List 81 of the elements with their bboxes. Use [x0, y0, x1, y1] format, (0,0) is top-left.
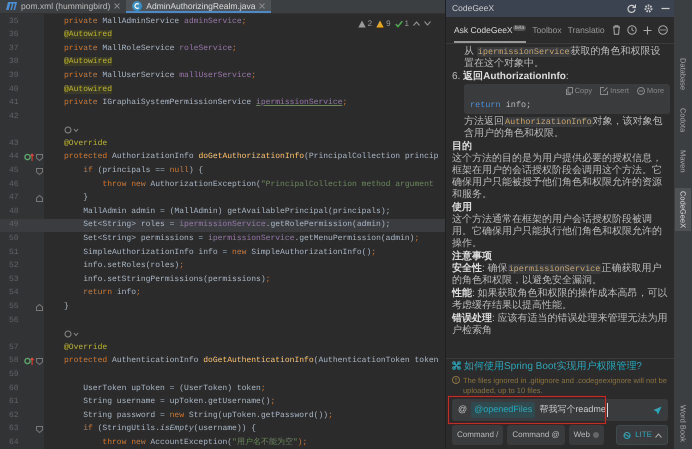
inspection-count[interactable]: 1 — [404, 18, 409, 30]
inspection-count[interactable]: 2 — [368, 18, 372, 30]
fold-icon[interactable] — [36, 304, 43, 311]
code-line: private MallUserService mallUserService; — [64, 70, 256, 82]
code-line: protected AuthorizationInfo doGetAuthorizationInfo(PrincipalCollection princip — [64, 151, 438, 164]
code-line: protected AuthenticationInfo doGetAuthenticationInfo(AuthenticationToken token — [64, 355, 438, 368]
web-toggle-button[interactable]: Web — [568, 425, 604, 445]
section-heading: 目的 — [452, 141, 473, 152]
maven-file-icon — [6, 2, 17, 10]
command-button[interactable]: Command / — [452, 425, 504, 445]
chevron-up-icon[interactable] — [413, 21, 420, 26]
close-icon[interactable] — [114, 3, 120, 10]
inspection-count[interactable]: 9 — [386, 18, 391, 30]
command-button[interactable]: Command @ — [507, 425, 565, 445]
more-icon — [636, 86, 645, 94]
override-icon[interactable] — [24, 153, 34, 162]
fold-icon[interactable] — [36, 358, 43, 365]
section-heading: 使用 — [452, 202, 473, 214]
send-icon[interactable] — [653, 406, 662, 414]
code-line: MallAdmin admin = (MallAdmin) getAvailablePrincipal(principals); — [82, 206, 390, 218]
code-line: return info; — [82, 287, 141, 300]
code-line: @Override — [64, 342, 108, 354]
code-line: return info; — [470, 100, 532, 110]
warning-icon — [376, 20, 384, 28]
file-tab[interactable]: AdminAuthorizingRealm.java — [126, 0, 272, 13]
code-line: info.setStringPermissions(permissions); — [82, 274, 270, 286]
panel-title: CodeGeeX — [452, 2, 494, 15]
copy-icon — [566, 86, 573, 94]
message-text: 这个方法通常在框架的用户会话授权阶段被调用。它确保用户只能执行他们角色和权限允许的操作。 — [452, 214, 663, 250]
message-text: 这个方法的目的是为用户提供必要的授权信息，框架在用户的会话授权阶段会调用这个方法。它确保用户只能被授予他们角色和权限允许的资源和服务。 — [452, 153, 663, 202]
insert-icon — [600, 86, 608, 94]
message-text: 方法返回 AuthorizationInfo对象，该对象包含用户的角色和权限。 — [463, 116, 664, 140]
code-line: SimpleAuthorizationInfo info = new SimpleAuthorizationInfo(); — [82, 246, 376, 259]
panel-tab[interactable]: Ask CodeGeeX $^{beta}$ — [454, 16, 526, 44]
list-item-text: 6. 返回AuthorizationInfo: — [452, 71, 570, 83]
message-text: 性能: 如果获取角色和权限的操作成本高昂，可以考虑缓存结果以提高性能。 — [452, 288, 669, 312]
inlay-hint-icon[interactable] — [64, 330, 80, 338]
inlay-hint-icon[interactable] — [64, 126, 80, 134]
code-line: if (principals == null) { — [82, 165, 204, 178]
more-icon[interactable] — [658, 25, 668, 35]
code-line: String password = new String(upToken.getPassword()); — [82, 410, 333, 422]
code-line: private IGraphaiSystemPermissionService ipermissionService; — [64, 97, 348, 110]
code-line: } — [82, 192, 88, 204]
plus-icon[interactable] — [643, 26, 652, 34]
file-tab[interactable]: pom.xml (hummingbird) — [0, 0, 126, 13]
fold-icon[interactable] — [36, 426, 43, 433]
code-line: } — [64, 301, 69, 314]
code-line: info.setRoles(roles); — [82, 260, 184, 272]
section-heading: 注意事项 — [452, 251, 493, 262]
fold-icon[interactable] — [36, 194, 43, 202]
code-line: private MallAdminService adminService; — [64, 16, 246, 28]
code-line: @Override — [64, 138, 108, 150]
code-line: String username = upToken.getUsername(); — [82, 396, 276, 408]
code-line: throw new AuthorizationException("PrincipalCollection method argument — [101, 178, 434, 191]
chevron-down-icon[interactable] — [424, 21, 431, 26]
caret-icon — [655, 432, 662, 438]
panel-tab[interactable]: Toolbox — [532, 16, 562, 44]
message-text: 安全性: 确保 ipermissionService正确获取用户的角色和权限，以避免安全漏洞。 — [452, 263, 662, 288]
refresh-icon[interactable] — [627, 4, 636, 13]
warning-icon — [358, 20, 366, 28]
message-text: 错误处理: 应该有适当的错误处理来管理无法为用户检索角 — [452, 313, 669, 338]
code-line: if (StringUtils.isEmpty(username)) { — [82, 423, 256, 436]
chat-input[interactable]: @ @openedFiles 帮我写个readme — [452, 399, 668, 421]
check-icon — [394, 20, 403, 28]
history-icon[interactable] — [627, 25, 637, 35]
code-line: Set<String> permissions = ipermissionService.getMenuPermission(admin); — [82, 233, 420, 246]
message-text: 从 ipermissionService获取的角色和权限设置在这个对象中。 — [463, 46, 662, 70]
code-line: throw new AccountException("用户名不能为空"); — [101, 436, 308, 449]
suggested-question-link[interactable]: 如何使用Spring Boot实现用户权限管理? — [464, 361, 642, 374]
beta-badge: beta — [512, 24, 526, 31]
override-icon[interactable] — [24, 357, 34, 366]
toggle-dot-icon — [592, 432, 599, 438]
settings-icon[interactable] — [644, 4, 653, 13]
panel-tab[interactable]: Translatio — [568, 16, 605, 44]
code-line: Set<String> roles = ipermissionService.getRolePermission(admin); — [82, 219, 390, 232]
trash-icon[interactable] — [612, 25, 621, 35]
code-line: private MallRoleService roleService; — [64, 42, 237, 55]
mode-button[interactable]: LITE — [616, 425, 668, 445]
class-file-icon — [132, 1, 142, 12]
info-icon — [452, 376, 460, 384]
code-line: UserToken upToken = (UserToken) token; — [82, 382, 266, 395]
